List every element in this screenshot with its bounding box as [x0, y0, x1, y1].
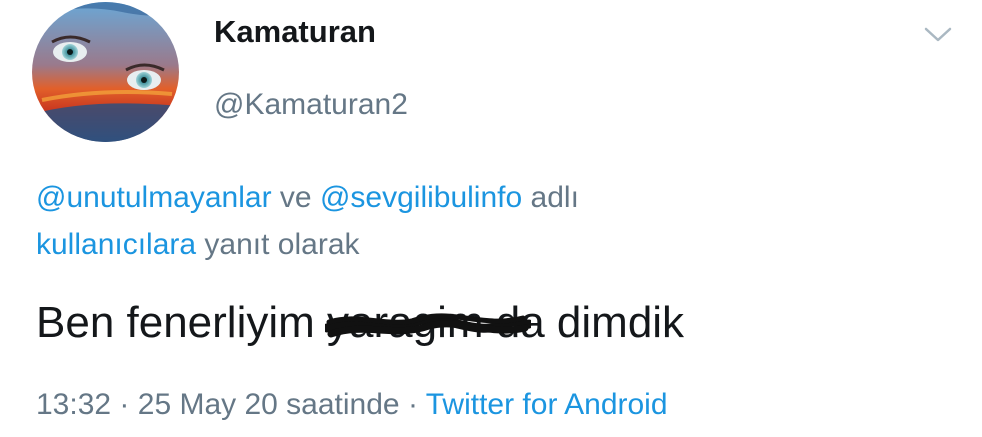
user-avatar[interactable] [32, 2, 179, 142]
mention-link[interactable]: @sevgilibulinfo [320, 181, 522, 214]
meta-separator: · [407, 388, 418, 421]
avatar-image [32, 2, 179, 142]
timestamp[interactable]: 13:32 [36, 388, 111, 421]
source-link[interactable]: Twitter for Android [426, 388, 668, 421]
tweet-date[interactable]: 25 May 20 saatinde [138, 388, 400, 421]
reply-suffix: adlı [530, 181, 579, 214]
scribbled-word-text: yaragim [327, 298, 484, 347]
user-handle[interactable]: @Kamaturan2 [214, 88, 408, 122]
mention-link[interactable]: @unutulmayanlar [36, 181, 272, 214]
tweet-text-part: Ben fenerliyim [36, 298, 315, 347]
reply-connector: ve [279, 181, 312, 214]
tweet-text-part: da dimdik [495, 298, 685, 347]
tweet-text: Ben fenerliyim yaragim da dimdik [36, 298, 684, 348]
display-name[interactable]: Kamaturan [214, 14, 376, 50]
reply-context: @unutulmayanlar ve @sevgilibulinfo adlı … [36, 174, 936, 268]
tweet-card: Kamaturan @Kamaturan2 @unutulmayanlar ve… [0, 0, 982, 437]
reply-suffix: yanıt olarak [204, 228, 360, 261]
users-link[interactable]: kullanıcılara [36, 228, 196, 261]
meta-separator: · [119, 388, 130, 421]
chevron-down-icon[interactable] [922, 22, 954, 46]
scribbled-word: yaragim [325, 298, 532, 348]
tweet-meta: 13:32 · 25 May 20 saatinde · Twitter for… [36, 388, 668, 422]
